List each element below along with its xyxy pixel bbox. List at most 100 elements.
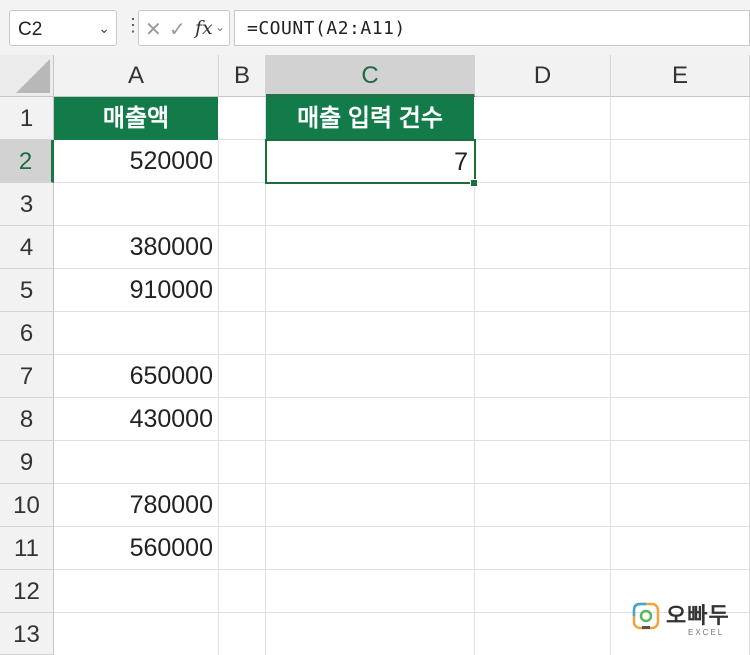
- cancel-icon[interactable]: ✕: [145, 17, 162, 42]
- row-header-3[interactable]: 3: [0, 183, 54, 226]
- formula-bar: C2 ⌄ ⋮ ✕ ✓ fx ⌄ =COUNT(A2:A11): [0, 0, 750, 56]
- grid-cell[interactable]: [475, 355, 611, 398]
- grid-cell[interactable]: [219, 355, 266, 398]
- grid-cell[interactable]: [475, 183, 611, 226]
- grid-cell[interactable]: [219, 613, 266, 655]
- brand-logo-icon: [632, 602, 660, 630]
- formula-input[interactable]: =COUNT(A2:A11): [234, 10, 750, 46]
- column-header-b[interactable]: B: [219, 55, 266, 97]
- cell-a10[interactable]: 780000: [54, 484, 219, 527]
- row-header-6[interactable]: 6: [0, 312, 54, 355]
- expand-chevron-icon[interactable]: ⌄: [215, 20, 225, 34]
- row-header-13[interactable]: 13: [0, 613, 54, 655]
- brand-logo-name: 오빠두: [666, 603, 730, 628]
- formula-text: =COUNT(A2:A11): [247, 18, 406, 39]
- grid-cell[interactable]: [475, 613, 611, 655]
- grid-cell[interactable]: [611, 312, 750, 355]
- grid-cell[interactable]: [266, 355, 475, 398]
- formula-buttons: ✕ ✓ fx ⌄: [138, 10, 230, 46]
- grid-cell[interactable]: [611, 355, 750, 398]
- grid-cell[interactable]: [219, 570, 266, 613]
- row-header-11[interactable]: 11: [0, 527, 54, 570]
- grid-cell[interactable]: [219, 312, 266, 355]
- insert-function-icon[interactable]: fx: [195, 17, 213, 39]
- cell-a1[interactable]: 매출액: [54, 97, 219, 140]
- grid-cell[interactable]: [219, 97, 266, 140]
- column-header-e[interactable]: E: [611, 55, 750, 97]
- name-box-value: C2: [18, 19, 43, 40]
- grid-cell[interactable]: [54, 613, 219, 655]
- row-header-12[interactable]: 12: [0, 570, 54, 613]
- grid-cell[interactable]: [54, 570, 219, 613]
- brand-logo: 오빠두 EXCEL: [628, 598, 748, 648]
- grid-cell[interactable]: [54, 441, 219, 484]
- grid-cell[interactable]: [611, 398, 750, 441]
- grid-cell[interactable]: [54, 183, 219, 226]
- grid-cell[interactable]: [475, 97, 611, 140]
- grid-cell[interactable]: [219, 441, 266, 484]
- cell-a2[interactable]: 520000: [54, 140, 219, 183]
- grid-cell[interactable]: [475, 312, 611, 355]
- grid-cell[interactable]: [611, 269, 750, 312]
- column-header-d[interactable]: D: [475, 55, 611, 97]
- cell-c1[interactable]: 매출 입력 건수: [266, 97, 475, 140]
- grid-cell[interactable]: [611, 441, 750, 484]
- cell-a8[interactable]: 430000: [54, 398, 219, 441]
- grid-cell[interactable]: [266, 441, 475, 484]
- select-all-button[interactable]: [0, 55, 54, 97]
- grid-cell[interactable]: [266, 398, 475, 441]
- grid-cell[interactable]: [266, 613, 475, 655]
- grid-cell[interactable]: [266, 269, 475, 312]
- grid-cell[interactable]: [219, 398, 266, 441]
- cell-a5[interactable]: 910000: [54, 269, 219, 312]
- grid-cell[interactable]: [266, 312, 475, 355]
- grid-cell[interactable]: [475, 269, 611, 312]
- chevron-down-icon[interactable]: ⌄: [98, 20, 110, 37]
- grid-cell[interactable]: [475, 226, 611, 269]
- fill-handle[interactable]: [470, 179, 478, 187]
- grid-cell[interactable]: [219, 226, 266, 269]
- grid-cell[interactable]: [611, 97, 750, 140]
- grid-cell[interactable]: [475, 441, 611, 484]
- cell-a7[interactable]: 650000: [54, 355, 219, 398]
- grid-cell[interactable]: [266, 484, 475, 527]
- grid-cell[interactable]: [266, 226, 475, 269]
- grid-cell[interactable]: [475, 484, 611, 527]
- grid-cell[interactable]: [219, 140, 266, 183]
- row-header-10[interactable]: 10: [0, 484, 54, 527]
- grid-cell[interactable]: [54, 312, 219, 355]
- grid-cell[interactable]: [266, 570, 475, 613]
- select-all-triangle-icon: [16, 59, 50, 93]
- grid-cell[interactable]: [219, 527, 266, 570]
- cell-a11[interactable]: 560000: [54, 527, 219, 570]
- grid-cell[interactable]: [266, 183, 475, 226]
- grid-cell[interactable]: [475, 398, 611, 441]
- row-header-8[interactable]: 8: [0, 398, 54, 441]
- grid-cell[interactable]: [611, 183, 750, 226]
- grid-cell[interactable]: [219, 269, 266, 312]
- grid-cell[interactable]: [611, 226, 750, 269]
- grid-cell[interactable]: [475, 140, 611, 183]
- row-header-2[interactable]: 2: [0, 140, 54, 183]
- spreadsheet-grid: A B C D E 1 2 3 4 5 6 7 8 9 10 11 12 13 …: [0, 55, 750, 655]
- row-header-1[interactable]: 1: [0, 97, 54, 140]
- grid-cell[interactable]: [266, 527, 475, 570]
- grid-cell[interactable]: [475, 570, 611, 613]
- row-header-9[interactable]: 9: [0, 441, 54, 484]
- cell-c2-selected[interactable]: 7: [265, 139, 476, 184]
- grid-cell[interactable]: [611, 140, 750, 183]
- brand-logo-sub: EXCEL: [688, 628, 725, 637]
- row-header-5[interactable]: 5: [0, 269, 54, 312]
- grid-cell[interactable]: [219, 484, 266, 527]
- enter-check-icon[interactable]: ✓: [169, 17, 186, 42]
- column-header-c[interactable]: C: [266, 55, 475, 97]
- grid-cell[interactable]: [475, 527, 611, 570]
- cell-a4[interactable]: 380000: [54, 226, 219, 269]
- grid-cell[interactable]: [611, 484, 750, 527]
- name-box[interactable]: C2 ⌄: [9, 10, 117, 46]
- row-header-4[interactable]: 4: [0, 226, 54, 269]
- grid-cell[interactable]: [611, 527, 750, 570]
- grid-cell[interactable]: [219, 183, 266, 226]
- row-header-7[interactable]: 7: [0, 355, 54, 398]
- column-header-a[interactable]: A: [54, 55, 219, 97]
